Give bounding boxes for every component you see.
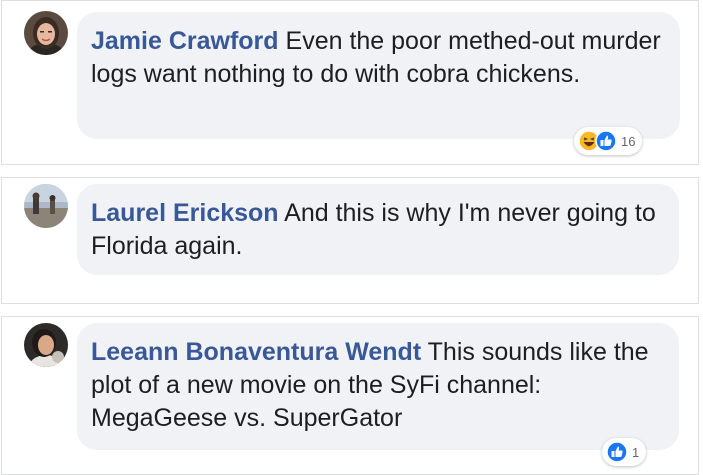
avatar[interactable]: [24, 184, 68, 228]
comment-card: Laurel Erickson And this is why I'm neve…: [1, 177, 699, 304]
avatar-image: [24, 184, 68, 228]
avatar-image: [24, 11, 68, 55]
like-icon: [595, 130, 617, 152]
comment-card: Jamie Crawford Even the poor methed-out …: [1, 0, 699, 165]
comment-bubble: Jamie Crawford Even the poor methed-out …: [77, 12, 680, 139]
avatar[interactable]: [24, 323, 68, 367]
comment-author[interactable]: Laurel Erickson: [91, 199, 279, 227]
reaction-summary[interactable]: 16: [574, 127, 643, 155]
reaction-summary[interactable]: 1: [602, 438, 647, 466]
comment-card: Leeann Bonaventura Wendt This sounds lik…: [1, 316, 699, 475]
comment-author[interactable]: Leeann Bonaventura Wendt: [91, 338, 421, 366]
comment-author[interactable]: Jamie Crawford: [91, 27, 279, 55]
like-icon: [606, 441, 628, 463]
reaction-count: 16: [621, 133, 636, 149]
comment-bubble: Laurel Erickson And this is why I'm neve…: [77, 184, 679, 275]
comment-bubble: Leeann Bonaventura Wendt This sounds lik…: [77, 323, 679, 450]
reaction-count: 1: [632, 444, 640, 460]
avatar[interactable]: [24, 11, 68, 55]
avatar-image: [24, 323, 68, 367]
